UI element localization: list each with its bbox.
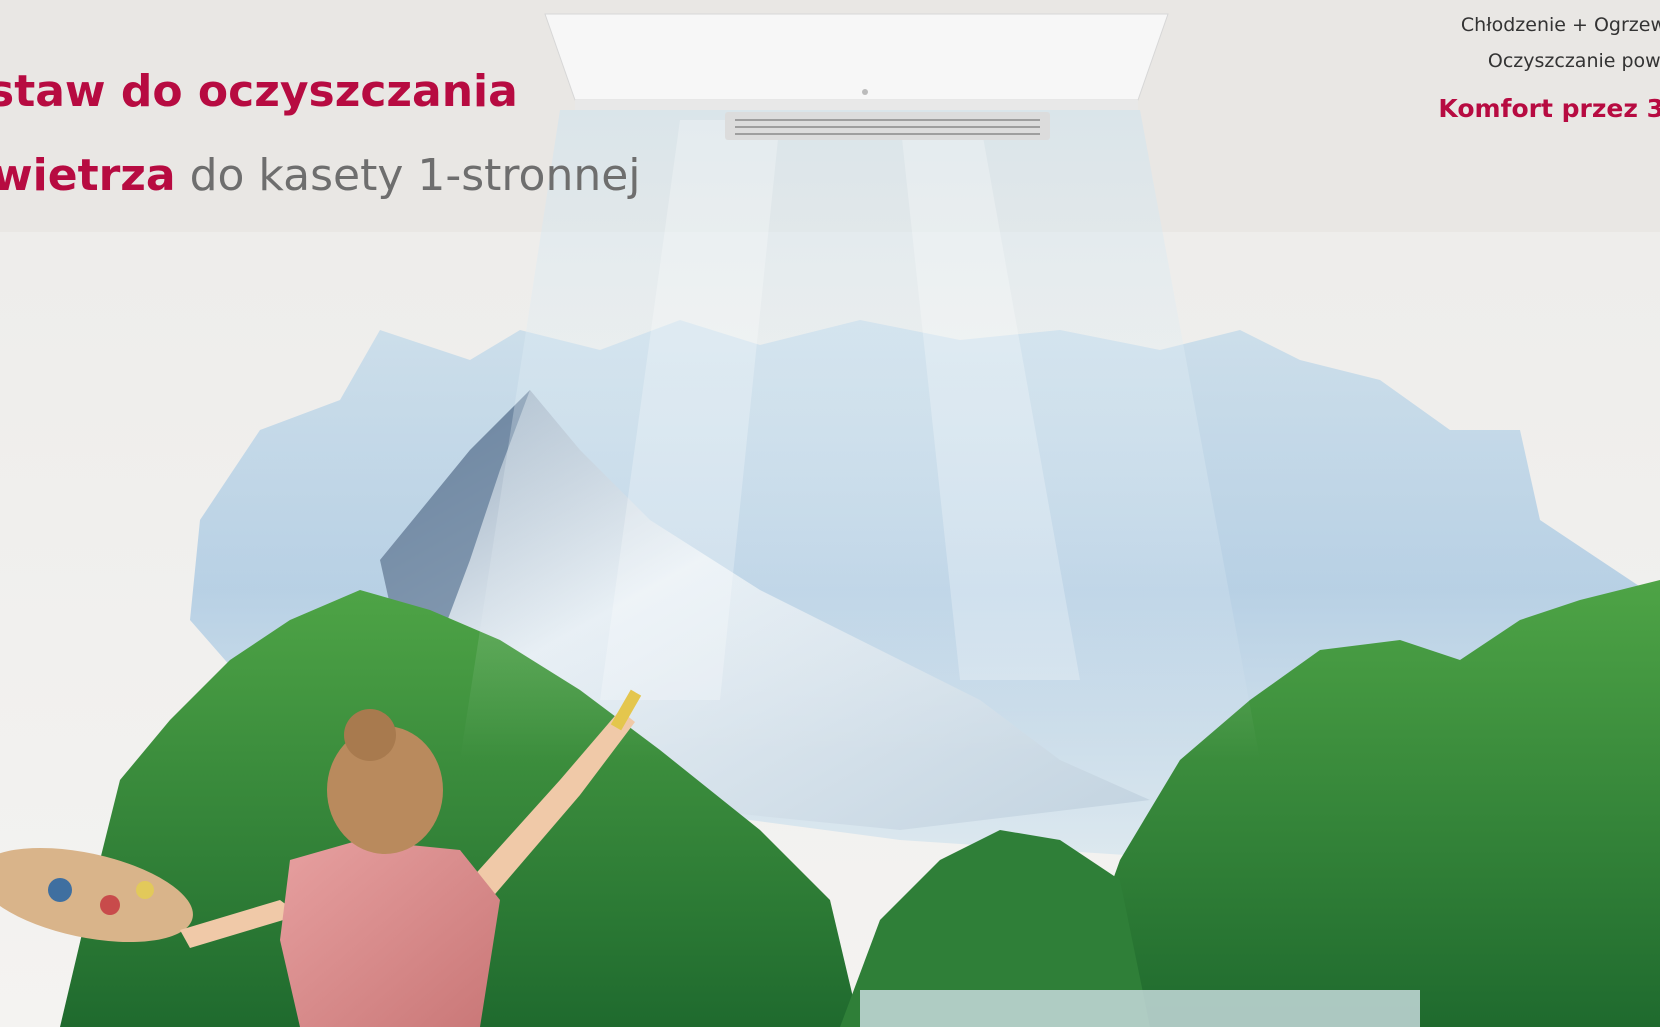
headline-line1: staw do oczyszczania (0, 66, 518, 117)
feature-cooling-heating: Chłodzenie + Ogrzew (1460, 14, 1660, 36)
headline-line2-rest: do kasety 1-stronnej (175, 150, 641, 201)
headline: staw do oczyszczania wietrza do kasety 1… (0, 50, 649, 218)
feature-comfort: Komfort przez 3 (1438, 94, 1660, 123)
headline-line2-accent: wietrza (0, 150, 176, 201)
feature-air-purification: Oczyszczanie powi (1487, 50, 1660, 72)
